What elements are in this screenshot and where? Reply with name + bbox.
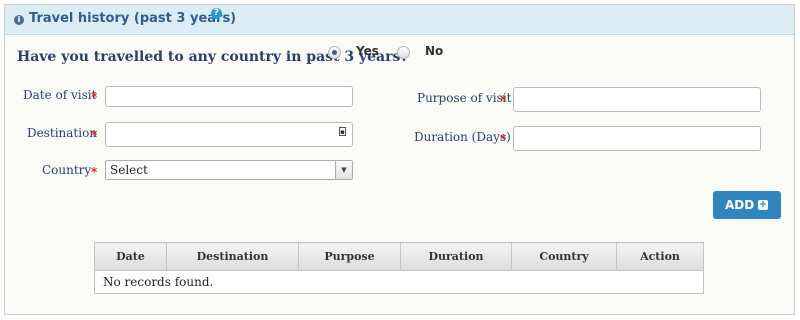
country-select[interactable]: Select ▼ [105, 160, 353, 180]
empty-records-message: No records found. [94, 270, 704, 294]
purpose-of-visit-label: Purpose of visit [417, 91, 512, 105]
column-header-destination[interactable]: Destination [166, 242, 299, 271]
required-marker: * [500, 93, 507, 107]
date-of-visit-input[interactable] [105, 86, 353, 107]
add-button[interactable]: ADD + [713, 191, 781, 219]
column-header-country[interactable]: Country [511, 242, 617, 271]
info-circle-icon: i [14, 15, 24, 25]
column-header-purpose[interactable]: Purpose [298, 242, 401, 271]
yes-radio[interactable] [328, 46, 341, 59]
country-label: Country [42, 163, 92, 177]
duration-days-label: Duration (Days) [414, 130, 511, 144]
country-select-value: Select [110, 163, 148, 177]
column-header-action: Action [616, 242, 704, 271]
travel-question: Have you travelled to any country in pas… [17, 49, 409, 65]
table-row: No records found. [94, 270, 704, 294]
column-header-duration[interactable]: Duration [400, 242, 512, 271]
required-marker: * [91, 165, 98, 179]
required-marker: * [91, 128, 98, 142]
duration-days-input[interactable] [513, 126, 761, 151]
purpose-of-visit-input[interactable] [513, 87, 761, 112]
help-question-icon[interactable]: ? [211, 8, 222, 19]
no-label: No [425, 44, 444, 58]
panel-header: i Travel history (past 3 years) ? [5, 5, 794, 35]
chevron-down-icon[interactable]: ▼ [335, 161, 352, 179]
add-button-label: ADD [725, 198, 755, 212]
yes-label: Yes [356, 44, 379, 58]
no-radio[interactable] [397, 46, 410, 59]
required-marker: * [500, 132, 507, 146]
calendar-icon[interactable]: ▪ [339, 127, 346, 136]
destination-input[interactable]: ▪ [105, 122, 353, 147]
destination-label: Destination [27, 126, 98, 140]
date-of-visit-label: Date of visit [23, 88, 97, 102]
required-marker: * [91, 90, 98, 104]
plus-square-icon: + [758, 199, 768, 210]
travel-records-table: Date Destination Purpose Duration Countr… [94, 242, 704, 294]
table-header-row: Date Destination Purpose Duration Countr… [94, 242, 704, 271]
column-header-date[interactable]: Date [94, 242, 167, 271]
panel-title: Travel history (past 3 years) [29, 11, 237, 26]
